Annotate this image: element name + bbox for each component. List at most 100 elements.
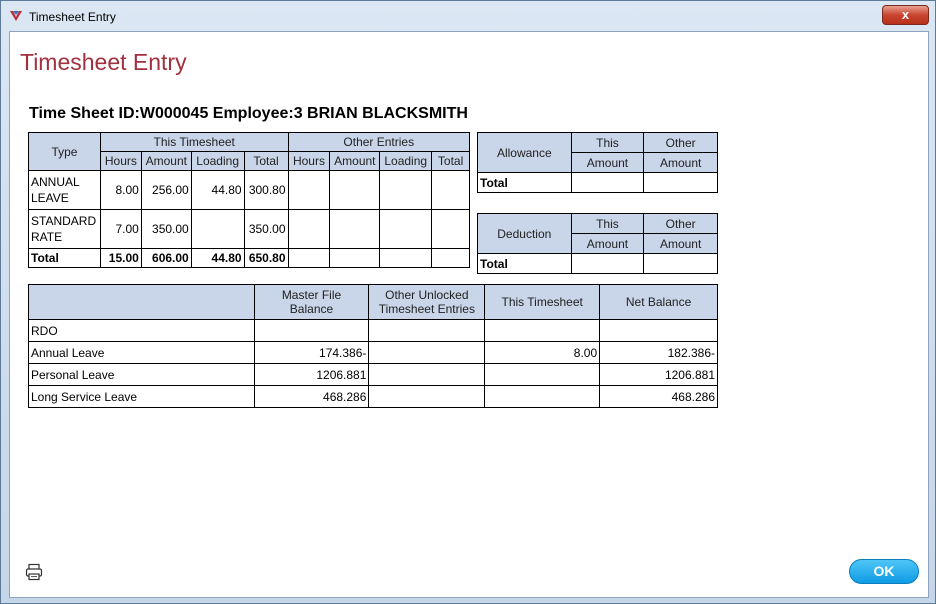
table-row[interactable]: Long Service Leave 468.286 468.286 [28,385,718,408]
title-bar[interactable]: Timesheet Entry x [1,1,935,31]
other-unlocked-header: Other Unlocked Timesheet Entries [368,284,486,320]
other-unlocked [368,319,486,342]
net-balance: 1206.881 [599,363,718,386]
master-balance [253,319,370,342]
col-amount-header: Amount [140,151,192,171]
leave-type: RDO [28,319,255,342]
total-hours: 15.00 [99,248,142,268]
allowance-total-row: Total [477,172,718,193]
total-other-total [431,248,470,268]
total-label: Total [28,248,101,268]
this-timesheet-header: This Timesheet [484,284,601,320]
leave-type: Personal Leave [28,363,255,386]
timesheet-window: Timesheet Entry x Timesheet Entry Time S… [0,0,936,604]
col-other-total-header: Total [431,151,470,171]
net-balance: 182.386- [599,341,718,364]
leave-type: Long Service Leave [28,385,255,408]
row-amount: 350.00 [140,209,192,249]
master-balance-header: Master File Balance [253,284,370,320]
deduction-other-amount-header: Amount [643,233,718,254]
master-balance: 468.286 [253,385,370,408]
timesheet-table: Type This Timesheet Other Entries Hours … [28,132,471,268]
row-other-total [431,209,470,249]
col-other-loading-header: Loading [379,151,433,171]
net-balance: 468.286 [599,385,718,408]
other-unlocked [368,363,486,386]
net-balance-header: Net Balance [599,284,718,320]
allowance-table: Allowance This Other Amount Amount Total [477,132,718,193]
deduction-total-row: Total [477,253,718,274]
deduction-total-label: Total [477,253,572,274]
deduction-this-amount-header: Amount [570,233,645,254]
ok-button[interactable]: OK [849,559,919,584]
row-amount: 256.00 [140,170,192,210]
table-row[interactable]: RDO [28,319,718,342]
row-loading: 44.80 [190,170,245,210]
page-title: Timesheet Entry [20,49,187,75]
net-balance [599,319,718,342]
balance-label-header [28,284,255,320]
row-hours: 7.00 [99,209,142,249]
total-amount: 606.00 [140,248,192,268]
row-type: STANDARD RATE [28,209,101,249]
total-other-loading [379,248,433,268]
col-total-header: Total [243,151,289,171]
deduction-total-this [570,253,645,274]
table-row[interactable]: Annual Leave 174.386- 8.00 182.386- [28,341,718,364]
this-timesheet-group-header: This Timesheet [99,132,289,152]
allowance-other-amount-header: Amount [643,152,718,173]
total-other-hours [287,248,331,268]
other-unlocked [368,385,486,408]
row-total: 300.80 [243,170,289,210]
col-type-header: Type [28,132,101,171]
this-timesheet [484,363,601,386]
dialog-body: Timesheet Entry Time Sheet ID:W000045 Em… [9,31,929,598]
allowance-this-header: This [570,132,645,153]
row-hours: 8.00 [99,170,142,210]
timesheet-heading: Time Sheet ID:W000045 Employee:3 BRIAN B… [29,105,468,122]
row-other-amount [329,209,381,249]
deduction-table: Deduction This Other Amount Amount Total [477,213,718,274]
this-timesheet [484,385,601,408]
allowance-total-this [570,172,645,193]
allowance-this-amount-header: Amount [570,152,645,173]
row-other-hours [287,209,331,249]
allowance-header: Allowance [477,132,572,173]
allowance-total-label: Total [477,172,572,193]
allowance-total-other [643,172,718,193]
row-other-hours [287,170,331,210]
col-loading-header: Loading [190,151,245,171]
total-row: Total 15.00 606.00 44.80 650.80 [28,248,470,268]
window-title: Timesheet Entry [29,10,116,24]
row-loading [190,209,245,249]
row-other-total [431,170,470,210]
this-timesheet [484,319,601,342]
leave-type: Annual Leave [28,341,255,364]
deduction-this-header: This [570,213,645,234]
leave-balance-table: Master File Balance Other Unlocked Timeshe… [28,284,718,408]
total-other-amount [329,248,381,268]
deduction-total-other [643,253,718,274]
table-row[interactable]: ANNUAL LEAVE 8.00 256.00 44.80 300.80 [28,170,470,210]
total-loading: 44.80 [190,248,245,268]
other-unlocked [368,341,486,364]
master-balance: 1206.881 [253,363,370,386]
other-entries-group-header: Other Entries [287,132,471,152]
row-type: ANNUAL LEAVE [28,170,101,210]
deduction-other-header: Other [643,213,718,234]
col-other-hours-header: Hours [287,151,331,171]
col-hours-header: Hours [99,151,142,171]
allowance-other-header: Other [643,132,718,153]
close-button[interactable]: x [882,5,929,25]
table-row[interactable]: Personal Leave 1206.881 1206.881 [28,363,718,386]
row-other-loading [379,209,433,249]
row-other-loading [379,170,433,210]
total-total: 650.80 [243,248,289,268]
this-timesheet: 8.00 [484,341,601,364]
row-other-amount [329,170,381,210]
app-logo-icon [10,11,22,21]
printer-icon[interactable] [25,563,43,581]
row-total: 350.00 [243,209,289,249]
master-balance: 174.386- [253,341,370,364]
table-row[interactable]: STANDARD RATE 7.00 350.00 350.00 [28,209,470,249]
